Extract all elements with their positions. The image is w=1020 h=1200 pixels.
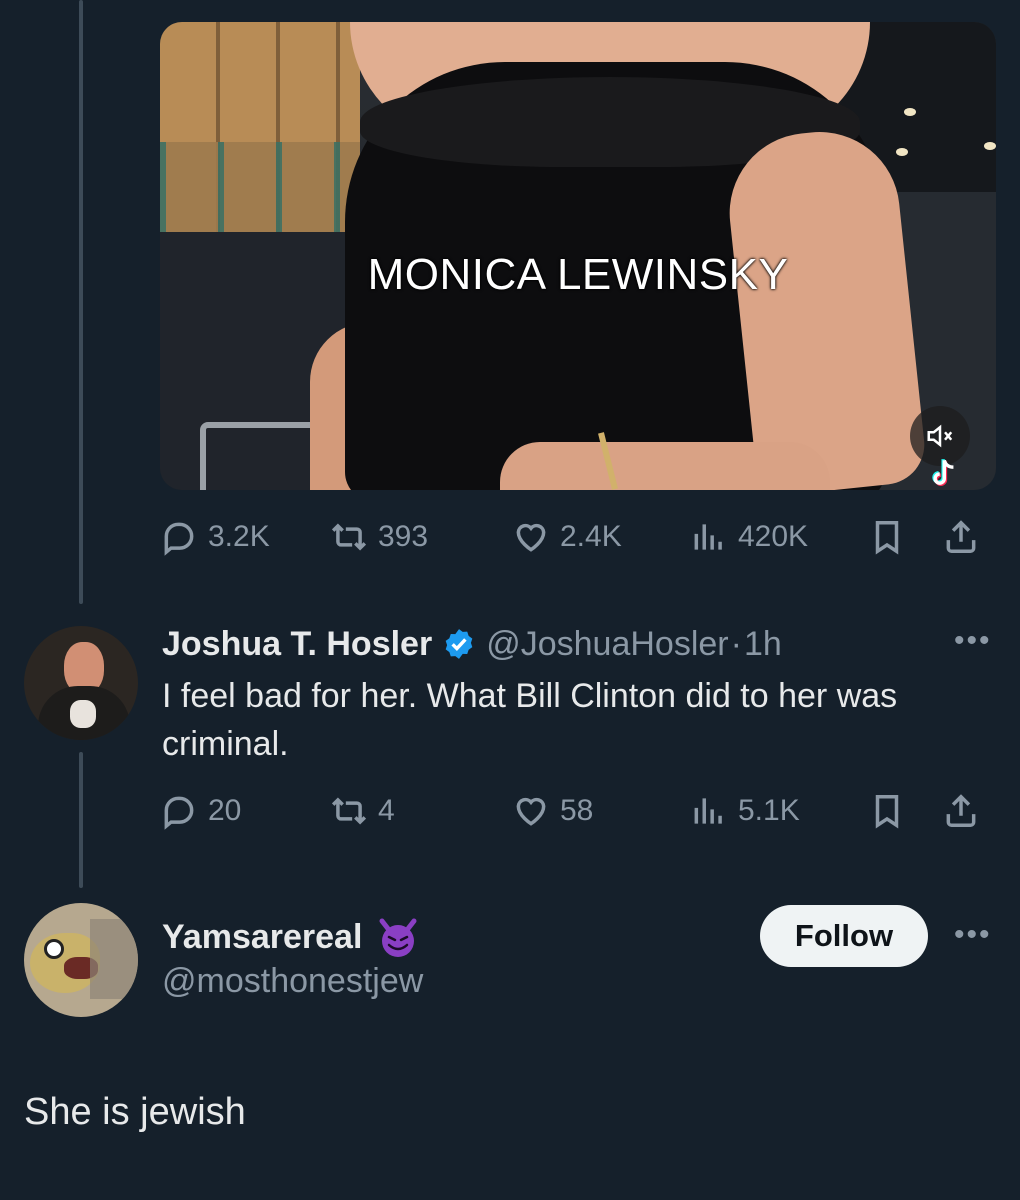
avatar-joshua[interactable] [24, 626, 138, 740]
thread-line-top [79, 0, 83, 604]
bookmark-icon [875, 795, 899, 829]
repost-count: 393 [378, 520, 429, 553]
reply-count: 3.2K [208, 520, 270, 553]
reply-button[interactable]: 3.2K [160, 515, 270, 559]
reply-tweet-actions: 20 4 58 5.1K [160, 789, 990, 833]
views-button[interactable]: 5.1K [690, 789, 800, 833]
bookmark-button[interactable] [868, 515, 906, 559]
heart-icon [516, 523, 546, 552]
views-count: 420K [738, 520, 809, 553]
views-count: 5.1K [738, 794, 800, 827]
smiling-devil-icon [379, 918, 417, 957]
display-name[interactable]: Yamsarereal [162, 918, 362, 957]
views-icon [694, 524, 722, 550]
like-count: 58 [560, 794, 594, 827]
mute-button[interactable] [910, 406, 970, 466]
thread-line-reply [79, 752, 83, 888]
views-button[interactable]: 420K [690, 515, 808, 559]
verified-badge-icon [445, 629, 473, 659]
share-button[interactable] [942, 789, 980, 833]
repost-button[interactable]: 393 [330, 515, 428, 559]
repost-button[interactable]: 4 [330, 789, 395, 833]
share-icon [946, 794, 976, 827]
repost-count: 4 [378, 794, 395, 827]
mute-icon [927, 424, 953, 448]
like-count: 2.4K [560, 520, 622, 553]
user-header: Yamsarereal [162, 912, 420, 962]
reply-header: Joshua T. Hosler @JoshuaHosler · 1h [162, 620, 782, 668]
reply-icon [164, 796, 194, 830]
reply-icon [164, 522, 194, 556]
views-icon [694, 798, 722, 824]
main-tweet-actions: 3.2K 393 2.4K 420K [160, 515, 990, 559]
share-button[interactable] [942, 515, 980, 559]
separator: · [730, 624, 742, 663]
post-text: She is jewish [24, 1091, 246, 1133]
more-options-icon[interactable]: ••• [954, 918, 992, 952]
like-button[interactable]: 2.4K [512, 515, 622, 559]
reply-button[interactable]: 20 [160, 789, 241, 833]
tiktok-icon [932, 459, 954, 486]
avatar-yamsarereal[interactable] [24, 903, 138, 1017]
handle[interactable]: @JoshuaHosler [486, 625, 728, 664]
more-options-icon[interactable]: ••• [954, 624, 992, 658]
video-player[interactable]: MONICA LEWINSKY [160, 22, 996, 490]
bookmark-icon [875, 521, 899, 555]
share-icon [946, 520, 976, 553]
like-button[interactable]: 58 [512, 789, 593, 833]
repost-icon [331, 797, 367, 825]
heart-icon [516, 797, 546, 826]
repost-icon [331, 523, 367, 551]
follow-button[interactable]: Follow [760, 905, 928, 967]
video-caption: MONICA LEWINSKY [367, 250, 789, 299]
timestamp[interactable]: 1h [744, 625, 782, 664]
reply-text: I feel bad for her. What Bill Clinton di… [162, 677, 898, 763]
bookmark-button[interactable] [868, 789, 906, 833]
display-name[interactable]: Joshua T. Hosler [162, 625, 432, 664]
handle[interactable]: @mosthonestjew [162, 962, 423, 1001]
reply-count: 20 [208, 794, 242, 827]
